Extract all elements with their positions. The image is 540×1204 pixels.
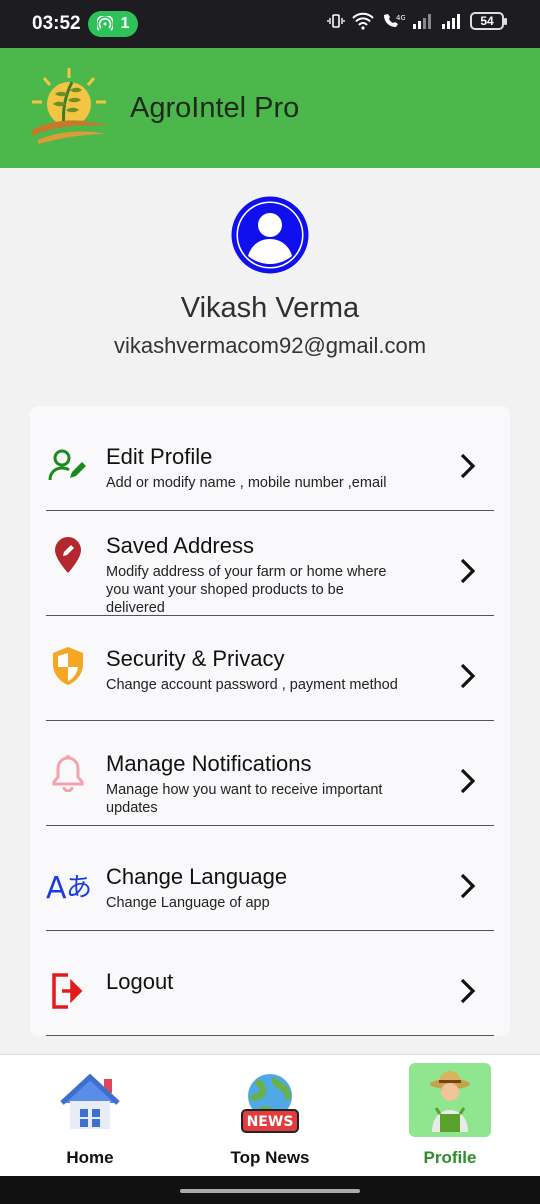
svg-text:4G: 4G — [396, 14, 405, 22]
translate-icon: Aあ — [46, 864, 96, 908]
bottom-navigation: Home NEWS Top News Profile — [0, 1054, 540, 1176]
settings-item-desc: Change account password , payment method — [106, 677, 398, 693]
settings-item-title: Saved Address — [106, 533, 254, 558]
status-icons: 4G 54 — [327, 12, 507, 30]
clock: 03:52 — [32, 13, 81, 34]
agrointel-logo — [32, 68, 108, 144]
settings-item-title: Manage Notifications — [106, 751, 312, 776]
settings-item-desc: Manage how you want to receive important… — [106, 782, 383, 816]
home-icon — [54, 1067, 126, 1139]
chevron-right-icon — [460, 873, 476, 899]
settings-item-change-language[interactable]: Aあ Change Language Change Language of ap… — [46, 826, 494, 931]
chevron-right-icon — [460, 453, 476, 479]
settings-item-desc: Add or modify name , mobile number ,emai… — [106, 475, 387, 491]
chevron-right-icon — [460, 978, 476, 1004]
settings-item-security-privacy[interactable]: Security & Privacy Change account passwo… — [46, 616, 494, 721]
settings-item-manage-notifications[interactable]: Manage Notifications Manage how you want… — [46, 721, 494, 826]
wifi-icon — [352, 12, 374, 30]
settings-item-title: Logout — [106, 969, 174, 994]
app-title: AgroIntel Pro — [130, 92, 300, 124]
hotspot-icon — [96, 16, 113, 31]
bell-icon — [46, 751, 90, 795]
shield-icon — [46, 644, 90, 688]
home-indicator[interactable] — [180, 1189, 360, 1193]
avatar[interactable] — [231, 196, 309, 274]
settings-item-edit-profile[interactable]: Edit Profile Add or modify name , mobile… — [46, 406, 494, 511]
battery-level: 54 — [480, 14, 494, 28]
vibrate-icon — [327, 14, 345, 28]
settings-item-desc: Modify address of your farm or home wher… — [106, 564, 387, 616]
location-pin-icon — [46, 533, 90, 577]
svg-text:NEWS: NEWS — [247, 1114, 294, 1130]
hotspot-pill: 1 — [88, 11, 138, 37]
chevron-right-icon — [460, 663, 476, 689]
chevron-right-icon — [460, 558, 476, 584]
settings-item-saved-address[interactable]: Saved Address Modify address of your far… — [46, 511, 494, 616]
farmer-icon — [409, 1063, 491, 1137]
status-bar: 03:52 1 4G 54 — [0, 0, 540, 48]
nav-top-news[interactable]: NEWS Top News — [180, 1055, 360, 1177]
settings-item-title: Change Language — [106, 864, 288, 889]
settings-card: Edit Profile Add or modify name , mobile… — [30, 406, 510, 1036]
signal-icon-2 — [442, 14, 460, 29]
nav-label: Home — [66, 1148, 114, 1167]
settings-item-logout[interactable]: Logout — [46, 931, 494, 1036]
logout-icon — [46, 969, 90, 1013]
gesture-bar — [0, 1176, 540, 1204]
volte-call-icon: 4G — [384, 14, 405, 27]
news-globe-icon: NEWS — [234, 1067, 306, 1139]
app-bar: AgroIntel Pro — [0, 48, 540, 168]
battery-indicator: 54 — [470, 12, 507, 30]
user-email: vikashvermacom92@gmail.com — [113, 333, 427, 358]
nav-label: Top News — [230, 1148, 310, 1167]
settings-item-desc: Change Language of app — [106, 895, 270, 911]
hotspot-count: 1 — [120, 15, 130, 32]
nav-label: Profile — [423, 1148, 477, 1167]
settings-item-title: Edit Profile — [106, 444, 213, 469]
settings-item-title: Security & Privacy — [106, 646, 285, 671]
svg-text:あ: あ — [66, 873, 92, 903]
nav-profile[interactable]: Profile — [360, 1055, 540, 1177]
chevron-right-icon — [460, 768, 476, 794]
nav-home[interactable]: Home — [0, 1055, 180, 1177]
signal-icon-1 — [413, 14, 431, 29]
svg-text:A: A — [46, 871, 67, 904]
user-name: Vikash Verma — [180, 292, 360, 324]
edit-person-icon — [46, 444, 90, 488]
